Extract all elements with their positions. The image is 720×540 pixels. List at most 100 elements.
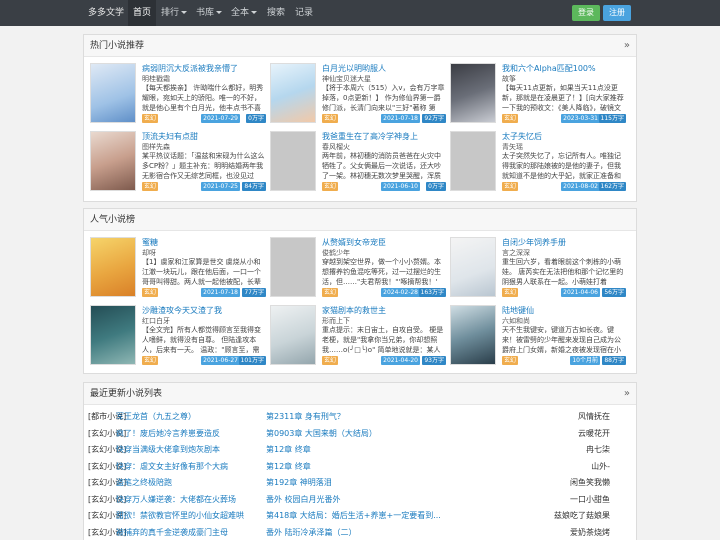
book-title-link[interactable]: 病弱阴沉大反派被我亲懵了 xyxy=(142,63,266,74)
word-count-badge: 162万字 xyxy=(598,182,626,191)
book-description: 重点提示：末日宙土，自攻自受。 梗是老梗，就是"我拿你当兄弟，你却想照我……o(… xyxy=(322,326,444,354)
book-title-link[interactable]: 陆地键仙 xyxy=(502,305,626,316)
nav-library-label: 书库 xyxy=(195,8,214,18)
latest-chapter-link[interactable]: 第0903章 大国来朝（大结局） xyxy=(266,426,456,442)
book-cover[interactable] xyxy=(450,131,496,191)
latest-chapter-link[interactable]: 第2311章 身有刑气？ xyxy=(266,409,456,425)
panel-title: 最近更新小说列表 xyxy=(90,389,163,399)
chevron-down-icon xyxy=(181,11,187,14)
author-name: 兹娘吃了菇娘果 xyxy=(554,511,610,520)
book-card[interactable]: 从赘婿到女帝宠臣 俊鹤少年 穿越到架空世界，做一个小小赘婿。本想撂养钓鱼混吃等死，过… xyxy=(270,237,446,299)
nav-search[interactable]: 搜索 xyxy=(264,0,288,26)
genre-badge[interactable]: 玄幻 xyxy=(142,182,159,191)
login-button[interactable]: 登录 xyxy=(572,5,600,21)
book-card[interactable]: 陆地键仙 六如和尚 天不生我键安，键道万古如长夜。键来！被雷劈的少年醒来发现自己成为… xyxy=(450,305,626,367)
novel-title-link[interactable]: 甜欲！禁欲教官怀里的小仙女超难哄 xyxy=(116,508,266,524)
latest-chapter-link[interactable]: 番外 陆珩冷承泽篇（二） xyxy=(266,525,456,540)
book-card[interactable]: 蜜糖 却呀 【1】虞家和江家算是世交 虞烧从小和江澈一块玩儿，跟在他后面，一口一个哥… xyxy=(90,237,266,299)
book-title-link[interactable]: 自闭少年饲养手册 xyxy=(502,237,626,248)
book-cover[interactable] xyxy=(270,237,316,297)
book-cover[interactable] xyxy=(90,131,136,191)
book-meta: 玄幻 2021-07-29 0万字 xyxy=(142,114,266,124)
book-title-link[interactable]: 蜜糖 xyxy=(142,237,266,248)
book-card[interactable]: 自闭少年饲养手册 言之深深 重生回六岁，看着眼前这个刺栋的小萌娃。 唐芮实在无法把他… xyxy=(450,237,626,299)
book-description: 重生回六岁，看着眼前这个刺栋的小萌娃。 唐芮实在无法把他和那个记忆里的阴狠男人联… xyxy=(502,258,624,286)
nav-ranking-label: 排行 xyxy=(160,8,179,18)
genre-badge[interactable]: 玄幻 xyxy=(502,356,519,365)
word-count-badge: 163万字 xyxy=(418,288,446,297)
genre-badge[interactable]: 玄幻 xyxy=(142,114,159,123)
book-card[interactable]: 病弱阴沉大反派被我亲懵了 明桂戳霜 【每天都挨亲】 许呦喘什么都好，明秀耀眼，宛如天… xyxy=(90,63,266,125)
book-cover[interactable] xyxy=(270,305,316,365)
book-title-link[interactable]: 顶流夫妇有点甜 xyxy=(142,131,266,142)
book-card[interactable]: 我和六个Alpha匹配100% 故筝 【每天11点更新，如果当天11点没更新，那就是… xyxy=(450,63,626,125)
update-date-badge: 2021-04-20 xyxy=(381,356,420,365)
book-cover[interactable] xyxy=(450,63,496,123)
book-meta: 玄幻 2024-02-28 163万字 xyxy=(322,288,446,298)
genre-badge[interactable]: 玄幻 xyxy=(322,114,339,123)
table-row: [玄幻小说] 被捕弃的真千金逆袭成豪门主母 番外 陆珩冷承泽篇（二） 爱奶茶烧烤 xyxy=(88,525,634,540)
book-card[interactable]: 顶流夫妇有点甜 图样先森 某平热议话题：「温兹和宋砚为什么这么多CP粉？」题主补充：… xyxy=(90,131,266,193)
nav-home[interactable]: 首页 xyxy=(128,0,156,26)
cover-placeholder xyxy=(271,238,315,296)
latest-chapter-link[interactable]: 第192章 神明落泪 xyxy=(266,475,456,491)
genre-badge[interactable]: 玄幻 xyxy=(322,288,339,297)
book-description: 穿越到架空世界，做一个小小赘婿。本想撂养钓鱼混吃等死，过一过摆烂的生活，但……"… xyxy=(322,258,441,286)
book-title-link[interactable]: 沙雕渣攻今天又渣了我 xyxy=(142,305,266,316)
novel-title-link[interactable]: 快穿当满级大佬拿到炮灰剧本 xyxy=(116,442,266,458)
latest-updates-panel: 最近更新小说列表 » [都市小说] 军王龙首（九五之尊） 第2311章 身有刑气？风… xyxy=(83,382,637,540)
latest-chapter-link[interactable]: 第418章 大结局：婚后生活+养崽+一定要看到... xyxy=(266,508,456,524)
genre-badge[interactable]: 玄幻 xyxy=(502,182,519,191)
nav-complete[interactable]: 全本 xyxy=(228,0,260,26)
genre-badge[interactable]: 玄幻 xyxy=(142,356,159,365)
book-cover[interactable] xyxy=(90,237,136,297)
book-cover[interactable] xyxy=(270,131,316,191)
site-brand[interactable]: 多多文学 xyxy=(88,0,124,26)
book-cover[interactable] xyxy=(90,63,136,123)
nav-history[interactable]: 记录 xyxy=(292,0,316,26)
book-card[interactable]: 沙雕渣攻今天又渣了我 红口白牙 【全文完】所有人都觉得顾言至我得变人嗜鲜，就得没有自… xyxy=(90,305,266,367)
double-chevron-right-icon[interactable]: » xyxy=(624,35,630,57)
book-description: 【每天都挨亲】 许呦喘什么都好，明秀耀眼，宛如天上的骄阳。唯一的不好，就是他心里… xyxy=(142,84,264,112)
genre-badge[interactable]: 玄幻 xyxy=(502,288,519,297)
novel-title-link[interactable]: 疯了！废后她冷言养崽要造反 xyxy=(116,426,266,442)
latest-chapter-link[interactable]: 第12章 终章 xyxy=(266,459,456,475)
word-count-badge: 56万字 xyxy=(602,288,626,297)
book-title-link[interactable]: 太子失忆后 xyxy=(502,131,626,142)
latest-chapter-link[interactable]: 番外 校园白月光番外 xyxy=(266,492,456,508)
word-count-badge: 93万字 xyxy=(422,356,446,365)
genre-badge[interactable]: 玄幻 xyxy=(322,182,339,191)
book-title-link[interactable]: 白月光以明哟服人 xyxy=(322,63,446,74)
table-row: [玄幻小说] 疯了！废后她冷言养崽要造反 第0903章 大国来朝（大结局） 云暖花开 xyxy=(88,426,634,442)
book-card[interactable]: 家猫剧本的救世主 形而上下 重点提示：末日宙土，自攻自受。 梗是老梗，就是"我拿你当… xyxy=(270,305,446,367)
novel-title-link[interactable]: 快穿：虐文女主好像有那个大病 xyxy=(116,459,266,475)
novel-title-link[interactable]: 盗笔之终极陪跑 xyxy=(116,475,266,491)
book-cover[interactable] xyxy=(450,237,496,297)
word-count-badge: 0万字 xyxy=(246,114,266,123)
novel-title-link[interactable]: 军王龙首（九五之尊） xyxy=(116,409,266,425)
book-title-link[interactable]: 我和六个Alpha匹配100% xyxy=(502,63,626,74)
genre-badge[interactable]: 玄幻 xyxy=(142,288,159,297)
novel-title-link[interactable]: 快穿万人嫌逆袭：大佬都在火葬场 xyxy=(116,492,266,508)
book-card[interactable]: 我爸重生在了高冷学神身上 春风榴火 两年前，林初穗的消防员爸爸在火灾中牺牲了。父女俩… xyxy=(270,131,446,193)
book-title-link[interactable]: 家猫剧本的救世主 xyxy=(322,305,446,316)
book-cover[interactable] xyxy=(270,63,316,123)
update-date-badge: 2021-04-06 xyxy=(561,288,600,297)
genre-badge[interactable]: 玄幻 xyxy=(322,356,339,365)
book-card[interactable]: 太子失忆后 青矢瑶 太子突然失忆了，忘记所有人。唯独记得我家的那陆娘被的是他的妻子，… xyxy=(450,131,626,193)
latest-chapter-link[interactable]: 第12章 终章 xyxy=(266,442,456,458)
nav-ranking[interactable]: 排行 xyxy=(158,0,190,26)
register-button[interactable]: 注册 xyxy=(603,5,631,21)
book-title-link[interactable]: 我爸重生在了高冷学神身上 xyxy=(322,131,446,142)
book-card[interactable]: 白月光以明哟服人 神仙宝贝迷大星 【将于本周六（515）入v，会有万字章掉落，0点更… xyxy=(270,63,446,125)
book-cover[interactable] xyxy=(90,305,136,365)
book-cover[interactable] xyxy=(450,305,496,365)
book-description: 某平热议话题：「温兹和宋砚为什么这么多CP粉？」题主补充：明明结婚两年我无影宿合… xyxy=(142,152,265,180)
genre-badge[interactable]: 玄幻 xyxy=(502,114,519,123)
popular-panel: 人气小说榜 蜜糖 却呀 【1】虞家和江家算是世交 虞烧从小和江澈一块玩儿，跟在他后面… xyxy=(83,208,637,374)
novel-title-link[interactable]: 被捕弃的真千金逆袭成豪门主母 xyxy=(116,525,266,540)
word-count-badge: 77万字 xyxy=(242,288,266,297)
nav-library[interactable]: 书库 xyxy=(193,0,225,26)
book-title-link[interactable]: 从赘婿到女帝宠臣 xyxy=(322,237,446,248)
double-chevron-right-icon[interactable]: » xyxy=(624,383,630,405)
